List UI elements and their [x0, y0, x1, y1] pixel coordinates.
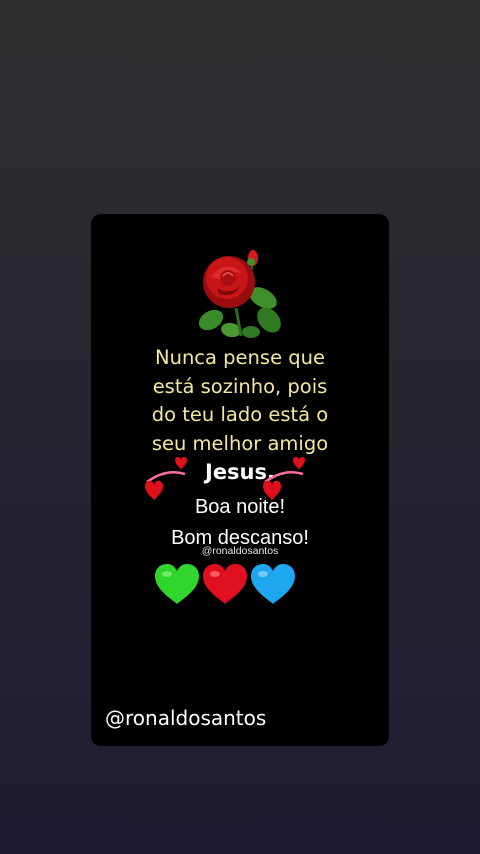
red-rose-image: [198, 250, 281, 338]
poem-line: está sozinho, pois: [152, 374, 328, 398]
story-card[interactable]: Nunca pense que está sozinho, pois do te…: [91, 214, 389, 746]
watermark-small: @ronaldosantos: [201, 545, 279, 557]
green-heart-icon: [155, 564, 199, 604]
jesus-text: Jesus.: [205, 460, 275, 484]
author-handle[interactable]: @ronaldosantos: [105, 706, 266, 730]
poem-line: seu melhor amigo: [151, 431, 329, 455]
rose-bloom: [203, 256, 255, 308]
red-heart-icon: [203, 564, 247, 604]
rose-bud: [247, 250, 258, 266]
poem-line: Nunca pense que: [155, 346, 325, 369]
blue-heart-icon: [251, 564, 295, 604]
hearts-row: [153, 562, 303, 608]
poem-text: Nunca pense que está sozinho, pois do te…: [91, 344, 389, 458]
greeting-text: Boa noite!: [194, 496, 286, 518]
poem-line: do teu lado está o: [151, 403, 329, 426]
